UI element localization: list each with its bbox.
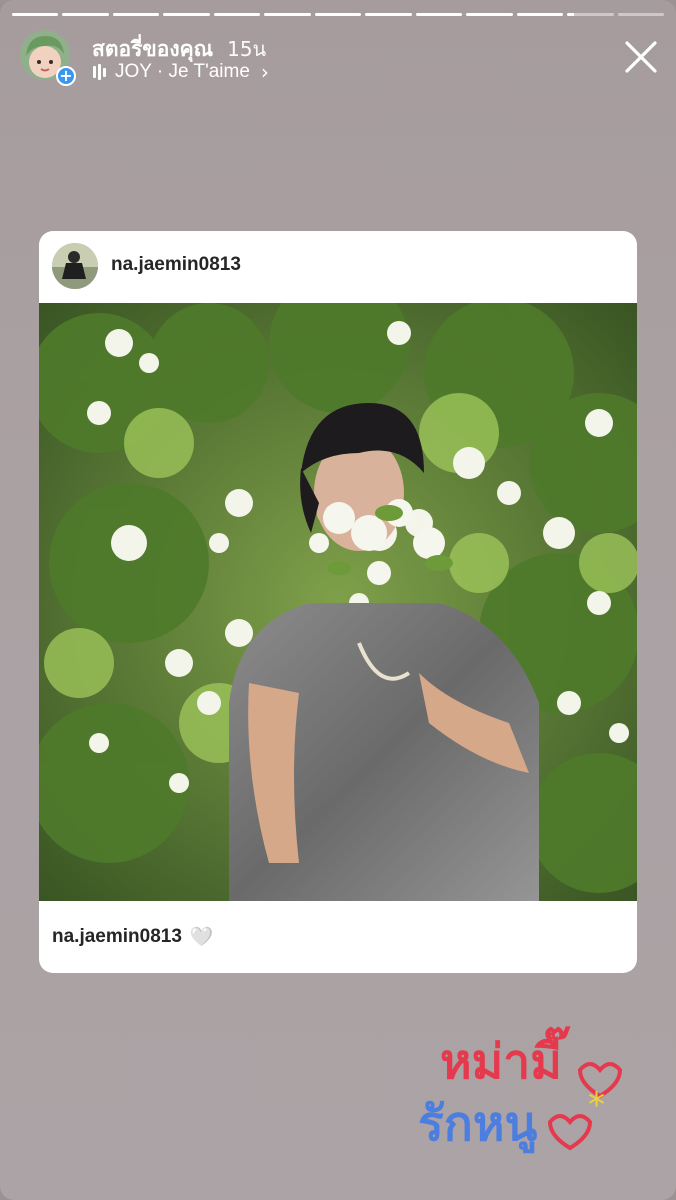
progress-fill: [567, 13, 575, 16]
progress-segment: [466, 13, 513, 16]
progress-fill: [264, 13, 311, 16]
progress-fill: [516, 13, 564, 16]
post-author-avatar-image: [52, 243, 98, 289]
progress-segment: [213, 13, 261, 16]
progress-segment: [62, 13, 109, 16]
close-button[interactable]: [620, 36, 662, 78]
post-author-avatar[interactable]: [52, 243, 98, 289]
sticker-line-2: รักหนู: [418, 1096, 537, 1154]
progress-segment: [12, 13, 59, 16]
progress-segment: [365, 13, 412, 16]
music-track-label: JOY · Je T'aime: [115, 61, 250, 82]
progress-fill: [213, 13, 261, 16]
progress-fill: [62, 13, 109, 16]
post-header: na.jaemin0813: [39, 231, 637, 303]
chevron-right-icon: ›: [260, 60, 269, 84]
caption-username[interactable]: na.jaemin0813: [52, 926, 182, 948]
progress-fill: [12, 13, 59, 16]
progress-segment: [163, 13, 210, 16]
progress-fill: [112, 13, 160, 16]
progress-segment: [112, 13, 160, 16]
music-sticker[interactable]: JOY · Je T'aime ›: [93, 60, 269, 84]
sticker-line-1: หม่ามี๊: [440, 1026, 571, 1090]
progress-segment: [516, 13, 564, 16]
progress-segment: [567, 13, 614, 16]
progress-fill: [466, 13, 513, 16]
text-sticker[interactable]: หม่ามี๊ รักหนู *: [410, 1010, 630, 1180]
heart-emoji: 🤍: [189, 927, 214, 948]
progress-segment: [617, 13, 665, 16]
progress-fill: [163, 13, 210, 16]
svg-text:*: *: [588, 1085, 605, 1125]
progress-fill: [365, 13, 412, 16]
story-viewer[interactable]: + สตอรี่ของคุณ 15น JOY · Je T'aime › na.…: [0, 0, 676, 1200]
progress-fill: [415, 13, 463, 16]
progress-segment: [415, 13, 463, 16]
progress-segment: [264, 13, 311, 16]
add-story-icon[interactable]: +: [56, 66, 76, 86]
close-icon: [625, 41, 657, 73]
progress-fill: [314, 13, 362, 16]
post-author-username[interactable]: na.jaemin0813: [111, 254, 241, 276]
sticker-art: หม่ามี๊ รักหนู *: [418, 1026, 623, 1154]
post-caption: na.jaemin0813 🤍: [52, 925, 214, 949]
music-bars-icon: [93, 64, 106, 80]
story-header: + สตอรี่ของคุณ 15น JOY · Je T'aime ›: [20, 30, 662, 86]
progress-segment: [314, 13, 362, 16]
post-photo[interactable]: [39, 303, 637, 901]
story-progress-bar: [12, 13, 665, 16]
shared-post-card[interactable]: na.jaemin0813 na.jaemin0813 🤍: [39, 231, 637, 973]
post-image: [39, 303, 637, 901]
